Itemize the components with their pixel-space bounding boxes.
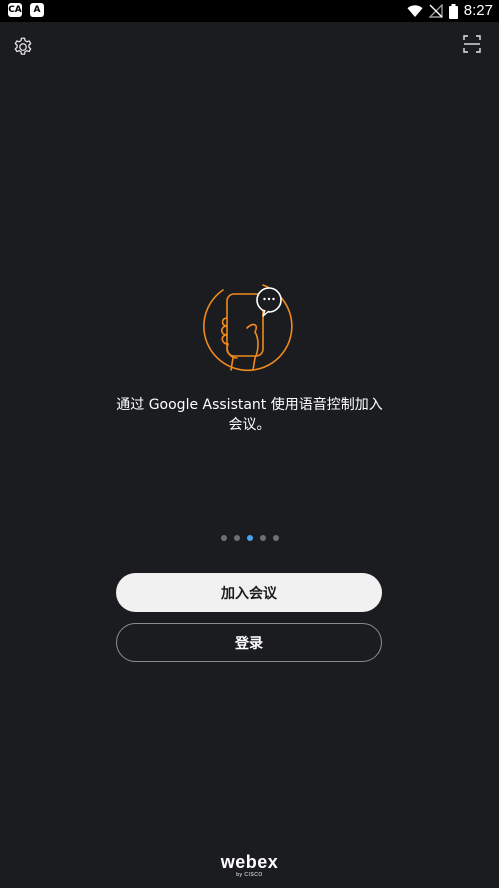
battery-icon xyxy=(448,3,458,19)
sign-in-button[interactable]: 登录 xyxy=(116,623,382,662)
status-time: 8:27 xyxy=(463,2,493,19)
page-dot-active[interactable] xyxy=(246,535,253,541)
no-signal-icon xyxy=(428,4,443,18)
page-indicator xyxy=(0,535,499,543)
notification-a-icon: A xyxy=(30,3,44,17)
join-meeting-button[interactable]: 加入会议 xyxy=(116,573,382,612)
status-bar: CA A 8:27 xyxy=(0,0,499,22)
scan-icon xyxy=(463,35,481,53)
webex-logo: webex by CISCO xyxy=(0,852,499,878)
logo-wordmark: webex xyxy=(220,852,279,872)
hand-phone-chat-icon xyxy=(203,284,293,372)
wifi-icon xyxy=(407,5,423,17)
logo-subtitle: by CISCO xyxy=(236,872,263,878)
onboarding-illustration xyxy=(203,278,297,374)
gear-icon xyxy=(14,37,32,55)
status-left-icons: CA A xyxy=(8,3,44,17)
page-dot[interactable] xyxy=(233,535,240,541)
onboarding-description: 通过 Google Assistant 使用语音控制加入会议。 xyxy=(116,397,383,433)
notification-ca-icon: CA xyxy=(8,3,22,17)
status-right: 8:27 xyxy=(407,2,493,20)
page-dot[interactable] xyxy=(220,535,227,541)
app-screen: CA A 8:27 通过 Google Assistant 使用语音控制加入会议… xyxy=(0,0,499,888)
page-dot[interactable] xyxy=(272,535,279,541)
settings-button[interactable] xyxy=(12,36,34,58)
scan-button[interactable] xyxy=(462,34,484,56)
page-dot[interactable] xyxy=(259,535,266,541)
